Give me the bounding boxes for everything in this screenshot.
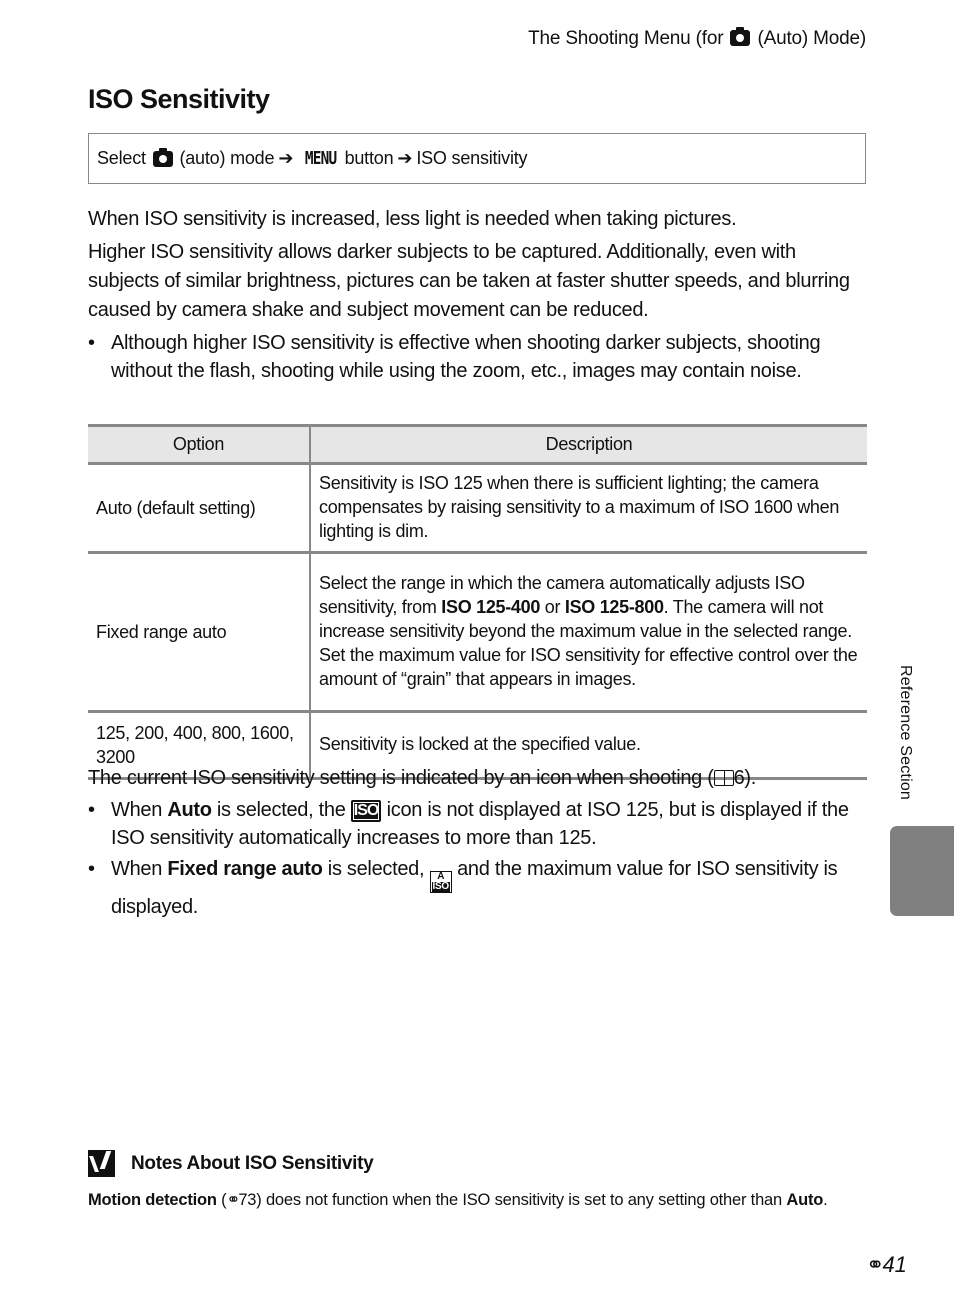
menu-path-box: Select (auto) mode ➔ MENU button ➔ ISO s…	[88, 133, 866, 184]
running-head-text: The Shooting Menu (for	[528, 28, 724, 49]
book-ref-icon	[713, 770, 734, 786]
table-row: Auto (default setting) Sensitivity is IS…	[88, 463, 867, 554]
iso-auto-icon-bottom: ISO	[431, 881, 450, 892]
desc-bold-range-800: ISO 125-800	[564, 597, 664, 617]
notes-page-ref: 73)	[238, 1191, 262, 1209]
page-ref: 6).	[733, 767, 757, 789]
options-table: Option Description Auto (default setting…	[88, 424, 867, 780]
table-header-row: Option Description	[88, 424, 867, 465]
bullet-text: When	[111, 799, 168, 821]
side-tab-label: Reference Section	[897, 665, 914, 801]
desc-bold-range-400: ISO 125-400	[441, 597, 541, 617]
menu-path-auto-mode: (auto) mode	[179, 148, 275, 168]
notes-bold-lead: Motion detection	[88, 1191, 217, 1209]
arrow-right-icon: ➔	[278, 148, 294, 168]
table-row: Fixed range auto Select the range in whi…	[88, 552, 867, 713]
menu-button-icon: MENU	[305, 148, 337, 169]
reference-binoculars-icon: ⚭	[866, 1252, 884, 1277]
option-cell: Fixed range auto	[88, 552, 311, 713]
bullet-bold: Fixed range auto	[167, 858, 323, 880]
notes-title: Notes About ISO Sensitivity	[131, 1152, 374, 1174]
column-header-option: Option	[88, 424, 311, 465]
notes-text: .	[823, 1191, 828, 1209]
arrow-right-icon: ➔	[397, 148, 413, 168]
paragraph-text: The current ISO sensitivity setting is i…	[88, 767, 714, 789]
desc-text: or	[540, 597, 565, 617]
column-header-description: Description	[310, 424, 867, 465]
menu-path-select: Select	[97, 148, 146, 168]
iso-auto-icon: A ISO	[429, 871, 452, 893]
page-number: ⚭41	[866, 1252, 907, 1278]
bullet-noise: Although higher ISO sensitivity is effec…	[88, 329, 868, 385]
check-icon	[88, 1150, 115, 1177]
page-number-value: 41	[882, 1252, 907, 1277]
section-tab	[890, 826, 954, 916]
iso-icon: ISO	[350, 800, 382, 822]
bullet-text: When	[111, 858, 168, 880]
camera-auto-icon	[152, 147, 173, 167]
description-cell: Select the range in which the camera aut…	[310, 552, 867, 713]
page-title: ISO Sensitivity	[88, 84, 270, 114]
iso-icon-bullets: When Auto is selected, the ISO icon is n…	[88, 796, 868, 924]
menu-path-button: button	[344, 148, 394, 168]
iso-icon-paragraph: The current ISO sensitivity setting is i…	[88, 764, 868, 793]
notes-body: Motion detection (⚭73) does not function…	[88, 1188, 858, 1212]
notes-heading: Notes About ISO Sensitivity	[88, 1150, 374, 1177]
menu-path-item: ISO sensitivity	[416, 148, 528, 168]
intro-bullets: Although higher ISO sensitivity is effec…	[88, 329, 868, 385]
bullet-auto: When Auto is selected, the ISO icon is n…	[88, 796, 868, 852]
bullet-text: is selected, the	[211, 799, 351, 821]
camera-auto-icon	[730, 27, 751, 46]
intro-paragraph-2: Higher ISO sensitivity allows darker sub…	[88, 241, 850, 321]
running-head-text-end: (Auto) Mode)	[757, 28, 867, 49]
description-cell: Sensitivity is ISO 125 when there is suf…	[310, 463, 867, 554]
notes-bold-end: Auto	[786, 1191, 824, 1209]
bullet-fixed-range: When Fixed range auto is selected, AISO …	[88, 855, 868, 921]
bullet-bold: Auto	[167, 799, 212, 821]
bullet-text: is selected,	[322, 858, 430, 880]
notes-text: does not function when the ISO sensitivi…	[261, 1191, 787, 1209]
option-cell: Auto (default setting)	[88, 463, 311, 554]
intro-paragraph-1: When ISO sensitivity is increased, less …	[88, 208, 737, 230]
reference-binoculars-icon: ⚭	[226, 1191, 240, 1209]
running-head: The Shooting Menu (for (Auto) Mode)	[528, 27, 867, 50]
